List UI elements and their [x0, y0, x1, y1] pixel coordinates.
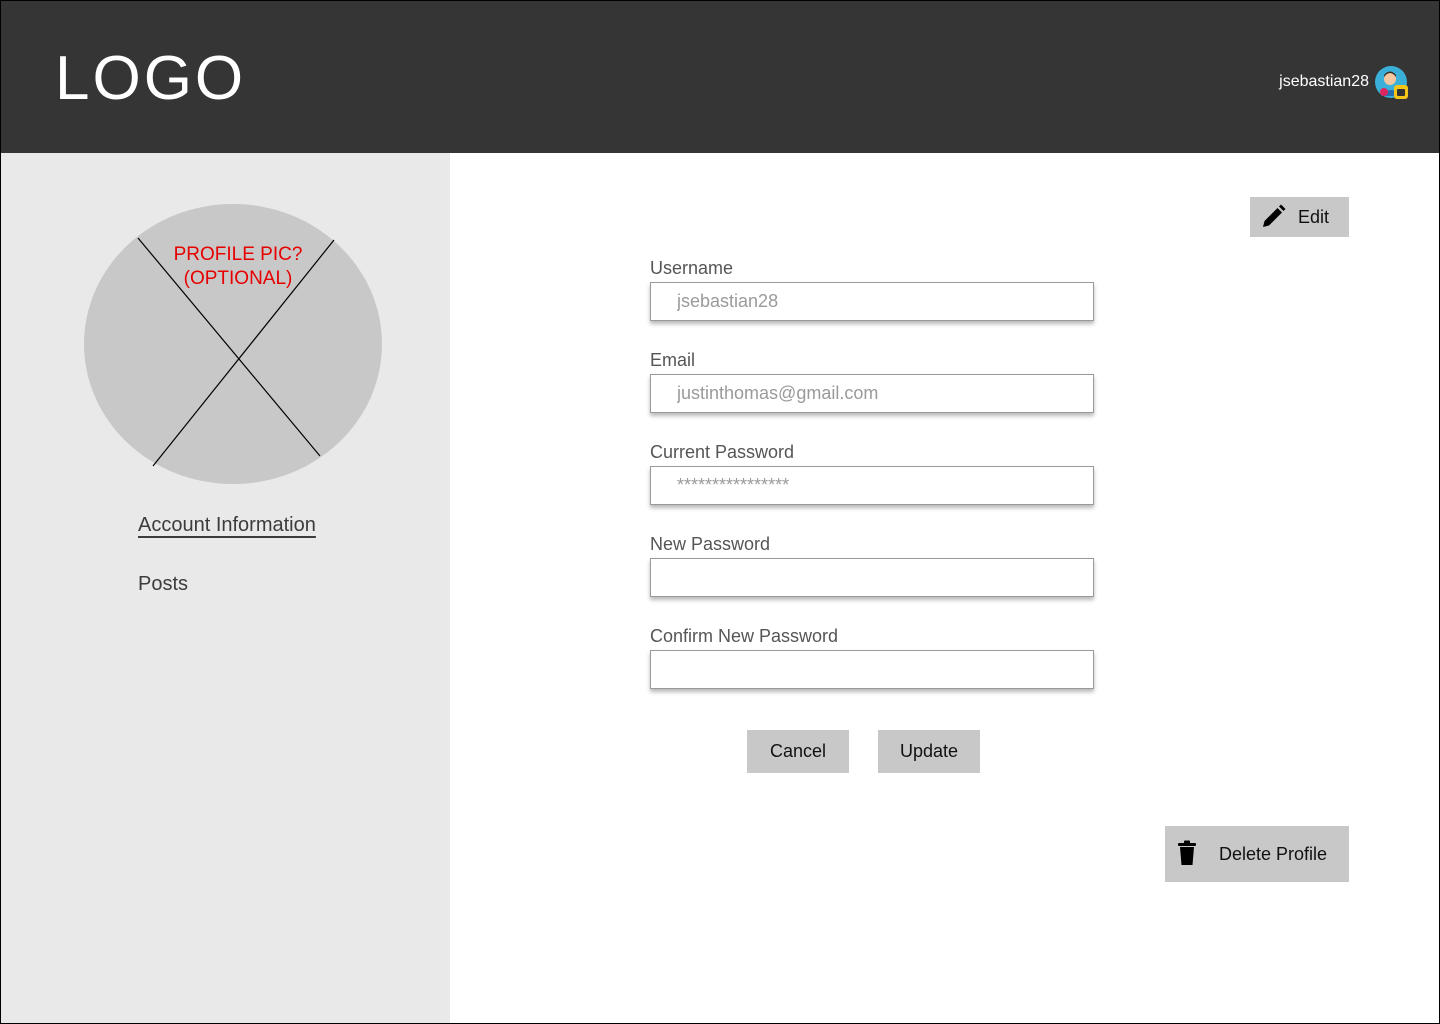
user-avatar-icon[interactable]	[1375, 66, 1409, 100]
sidebar-item-posts[interactable]: Posts	[138, 571, 188, 597]
cancel-button[interactable]: Cancel	[747, 730, 849, 773]
pencil-icon	[1263, 204, 1286, 227]
update-button[interactable]: Update	[878, 730, 980, 773]
sidebar-item-account-information[interactable]: Account Information	[138, 512, 316, 538]
profile-pic-placeholder[interactable]: PROFILE PIC? (OPTIONAL)	[83, 203, 383, 485]
edit-button[interactable]: Edit	[1250, 197, 1349, 237]
trash-icon	[1178, 840, 1196, 865]
logo[interactable]: LOGO	[55, 41, 246, 117]
new-password-label: New Password	[650, 534, 771, 554]
email-field[interactable]	[650, 374, 1094, 413]
username-field[interactable]	[650, 282, 1094, 321]
delete-profile-label: Delete Profile	[1219, 844, 1328, 864]
username-label: Username	[650, 258, 734, 278]
delete-profile-button[interactable]: Delete Profile	[1165, 826, 1349, 882]
edit-label: Edit	[1298, 207, 1330, 227]
sidebar: PROFILE PIC? (OPTIONAL) Account Informat…	[1, 153, 450, 1023]
current-password-label: Current Password	[650, 442, 795, 462]
page: LOGO jsebastian28 PROFILE PIC? (OPTIONAL…	[0, 0, 1440, 1024]
confirm-password-field[interactable]	[650, 650, 1094, 689]
top-header: LOGO jsebastian28	[1, 1, 1439, 153]
new-password-field[interactable]	[650, 558, 1094, 597]
profile-pic-label: PROFILE PIC? (OPTIONAL)	[173, 244, 303, 289]
current-password-field[interactable]	[650, 466, 1094, 505]
confirm-password-label: Confirm New Password	[650, 626, 839, 646]
main-content: Edit Username Email Current Password New…	[450, 153, 1439, 1023]
email-label: Email	[650, 350, 696, 370]
username-label[interactable]: jsebastian28	[1279, 71, 1369, 93]
